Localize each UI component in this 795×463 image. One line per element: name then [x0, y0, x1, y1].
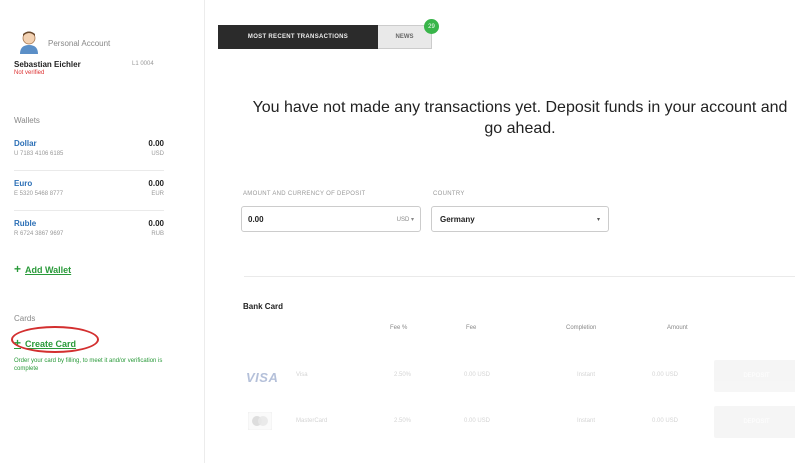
sidebar: Personal Account Sebastian Eichler L1 00… [0, 0, 205, 463]
amount: 0.00 USD [652, 372, 679, 378]
wallet-currency: RUB [151, 231, 164, 237]
wallet-number: E 5320 5468 8777 [14, 191, 64, 197]
user-id: L1 0004 [132, 61, 154, 67]
wallet-item-ruble[interactable]: Ruble R 6724 3867 9697 0.00 RUB [14, 219, 164, 255]
user-name: Sebastian Eichler [14, 60, 81, 69]
divider [14, 210, 164, 211]
column-header-completion: Completion [566, 325, 597, 331]
divider [244, 276, 795, 277]
deposit-button[interactable]: DEPOSIT [714, 360, 795, 392]
annotation-highlight-circle [11, 326, 99, 353]
user-avatar-icon [20, 31, 38, 54]
country-select[interactable]: Germany ▾ [431, 206, 609, 232]
bank-card-heading: Bank Card [243, 302, 284, 311]
wallet-balance: 0.00 [148, 139, 164, 148]
divider [14, 170, 164, 171]
plus-icon: + [14, 262, 22, 276]
payment-method-row-visa: VISA Visa 2.50% 0.00 USD Instant 0.00 US… [240, 360, 795, 394]
news-count-badge: 29 [424, 19, 439, 34]
wallet-number: U 7183 4106 6185 [14, 151, 64, 157]
wallet-name: Dollar [14, 139, 37, 148]
column-header-fee: Fee [466, 325, 477, 331]
verification-status[interactable]: Not verified [14, 70, 44, 76]
fee: 0.00 USD [464, 418, 491, 424]
amount-label: AMOUNT AND CURRENCY OF DEPOSIT [243, 191, 366, 197]
wallets-heading: Wallets [14, 116, 40, 125]
fee-percent: 2.50% [394, 418, 412, 424]
country-label: COUNTRY [433, 191, 465, 197]
fee: 0.00 USD [464, 372, 491, 378]
empty-state-message: You have not made any transactions yet. … [252, 99, 788, 137]
deposit-amount-field[interactable]: 0.00 USD ▾ [241, 206, 421, 232]
method-name: MasterCard [296, 418, 328, 424]
wallet-currency: EUR [151, 191, 164, 197]
add-wallet-label: Add Wallet [25, 265, 72, 275]
currency-select[interactable]: USD ▾ [397, 216, 414, 223]
wallet-currency: USD [151, 151, 164, 157]
column-header-fee-pct: Fee % [390, 325, 408, 331]
tab-recent-transactions[interactable]: MOST RECENT TRANSACTIONS [218, 25, 378, 49]
account-type: Personal Account [48, 39, 111, 48]
method-name: Visa [296, 372, 308, 378]
payment-method-row-mastercard: MasterCard 2.50% 0.00 USD Instant 0.00 U… [240, 406, 795, 440]
cards-heading: Cards [14, 314, 36, 323]
add-wallet-link[interactable]: + Add Wallet [14, 262, 71, 276]
wallet-balance: 0.00 [148, 179, 164, 188]
chevron-down-icon: ▾ [596, 217, 600, 223]
amount: 0.00 USD [652, 418, 679, 424]
mastercard-icon [248, 412, 272, 430]
fee-percent: 2.50% [394, 372, 412, 378]
visa-logo: VISA [246, 370, 279, 385]
amount-value: 0.00 [248, 215, 264, 224]
country-value: Germany [440, 215, 475, 224]
card-note: Order your card by filling, to meet it a… [14, 358, 163, 372]
column-header-amount: Amount [667, 325, 688, 331]
wallet-number: R 6724 3867 9697 [14, 231, 64, 237]
completion: Instant [577, 418, 596, 424]
wallet-balance: 0.00 [148, 219, 164, 228]
deposit-button[interactable]: DEPOSIT [714, 406, 795, 438]
completion: Instant [577, 372, 596, 378]
wallet-name: Ruble [14, 219, 37, 228]
wallet-name: Euro [14, 179, 33, 188]
